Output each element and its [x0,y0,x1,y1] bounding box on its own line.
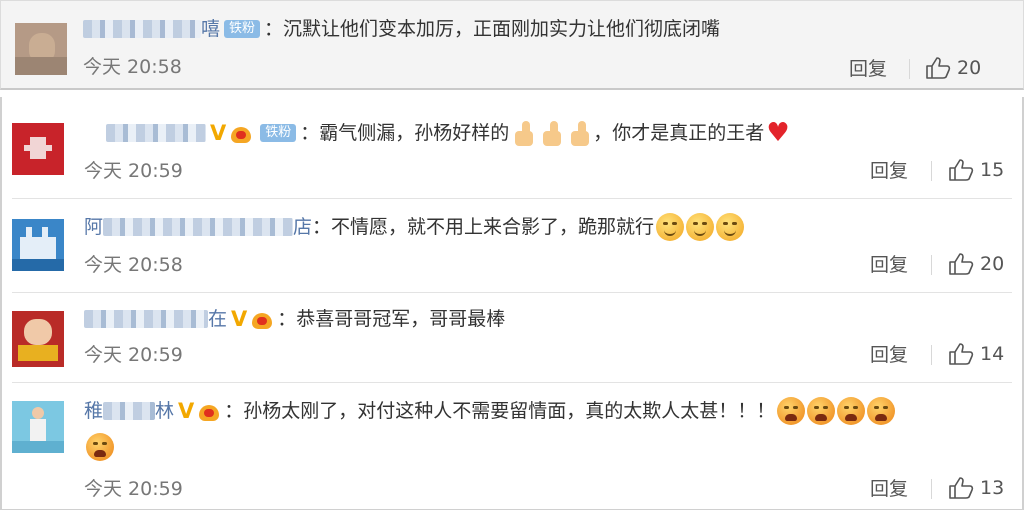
divider-vertical [909,59,910,79]
thumbs-up-icon [949,253,974,275]
divider-vertical [931,161,932,181]
reply-button[interactable]: 回复 [870,343,908,367]
smile-emoji [656,213,685,241]
angry-emoji [837,397,866,425]
username-suffix[interactable]: 店 [293,213,312,241]
thumbs-up-emoji [541,119,565,147]
like-button[interactable]: 20 [948,252,1004,276]
angry-emoji [777,397,806,425]
comment-time: 今天 20:59 [84,160,183,182]
comment-line: V 铁粉 ：霸气侧漏，孙杨好样的 ，你才是真正的王者 ♥ [106,119,790,147]
crown-icon [198,401,220,421]
reply-button[interactable]: 回复 [870,253,908,277]
comment-text: ：霸气侧漏，孙杨好样的 [300,122,510,144]
comment-line: 在 V ：恭喜哥哥冠军，哥哥最棒 [84,305,505,333]
thumbs-up-icon [949,477,974,499]
username-prefix[interactable]: 稚 [84,397,103,425]
comment-line: 阿 店 ：不情愿，就不用上来合影了，跪那就行 [84,213,745,241]
reply-button[interactable]: 回复 [870,159,908,183]
thumbs-up-icon [949,159,974,181]
divider [12,198,1012,199]
v-verified-icon: V [231,307,248,331]
crown-icon [230,123,252,143]
username-blurred[interactable] [106,124,206,142]
crown-icon [251,309,273,329]
like-button[interactable]: 20 [925,56,981,80]
avatar[interactable] [12,123,64,175]
avatar[interactable] [15,23,67,75]
comment-time: 今天 20:59 [84,344,183,366]
divider-vertical [931,479,932,499]
divider [12,292,1012,293]
like-count: 20 [980,253,1005,275]
divider-vertical [931,255,932,275]
angry-emoji [807,397,836,425]
comment-line: 稚 林 V ：孙杨太刚了，对付这种人不需要留情面，真的太欺人太甚！！！ [84,397,896,425]
avatar[interactable] [12,401,64,453]
avatar[interactable] [12,311,64,367]
thumbs-up-icon [926,57,951,79]
thumbs-up-emoji [569,119,593,147]
like-button[interactable]: 14 [948,342,1004,366]
comment-text: ：沉默让他们变本加厉，正面刚加实力让他们彻底闭嘴 [264,18,721,40]
like-count: 20 [957,57,982,79]
thumbs-up-icon [949,343,974,365]
smile-emoji [686,213,715,241]
comment-line: 嘻 铁粉 ：沉默让他们变本加厉，正面刚加实力让他们彻底闭嘴 [83,15,720,43]
like-button[interactable]: 15 [948,158,1004,182]
divider-vertical [931,345,932,365]
comment-text: ：恭喜哥哥冠军，哥哥最棒 [277,308,506,330]
username-suffix[interactable]: 林 [155,397,174,425]
avatar[interactable] [12,219,64,271]
comment-card-top: 嘻 铁粉 ：沉默让他们变本加厉，正面刚加实力让他们彻底闭嘴 今天 20:58 回… [0,0,1024,90]
angry-emoji [86,433,114,461]
like-count: 13 [980,477,1005,499]
username-blurred[interactable] [103,402,156,420]
username-blurred[interactable] [103,218,294,236]
v-verified-icon: V [210,121,227,145]
comment-time: 今天 20:58 [83,56,182,78]
username-blurred[interactable] [84,310,208,328]
comment-time: 今天 20:58 [84,254,183,276]
angry-emoji [867,397,896,425]
comment-text-continued: ，你才是真正的王者 [593,122,765,144]
like-count: 14 [980,343,1005,365]
like-count: 15 [980,159,1005,181]
comment-text: ：不情愿，就不用上来合影了，跪那就行 [312,216,655,238]
like-button[interactable]: 13 [948,476,1004,500]
username-prefix[interactable]: 阿 [84,213,103,241]
heart-emoji: ♥ [766,118,790,148]
fan-badge: 铁粉 [224,20,261,38]
thumbs-up-emoji [513,119,537,147]
comment-text: ：孙杨太刚了，对付这种人不需要留情面，真的太欺人太甚！！！ [224,400,776,422]
username-blurred[interactable] [83,20,201,38]
reply-button[interactable]: 回复 [870,477,908,501]
username-suffix[interactable]: 在 [208,305,227,333]
comment-line-wrap [84,433,114,461]
username-suffix[interactable]: 嘻 [201,15,220,43]
smile-emoji [716,213,745,241]
comment-list: V 铁粉 ：霸气侧漏，孙杨好样的 ，你才是真正的王者 ♥ 今天 20:59 回复… [0,97,1024,510]
v-verified-icon: V [178,399,195,423]
reply-button[interactable]: 回复 [849,57,887,81]
comment-time: 今天 20:59 [84,478,183,500]
divider [12,382,1012,383]
fan-badge: 铁粉 [260,124,297,142]
